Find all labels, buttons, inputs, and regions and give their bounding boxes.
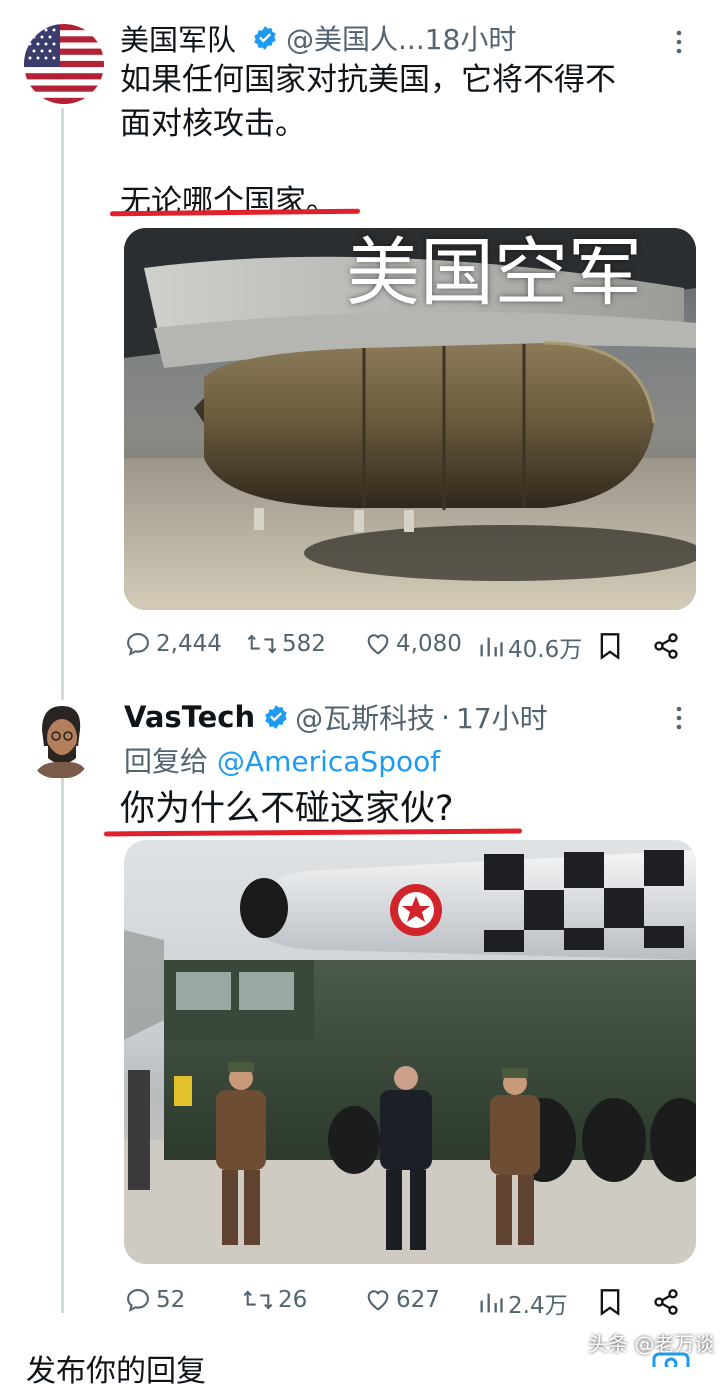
- view-count: 2.4万: [508, 1293, 568, 1319]
- bookmark-icon: [600, 1289, 620, 1316]
- retweet-count: 582: [282, 631, 326, 657]
- avatar-vastech[interactable]: [28, 700, 92, 778]
- reply-to-handle[interactable]: @AmericaSpoof: [217, 745, 440, 778]
- heart-icon: [367, 634, 389, 655]
- reply-to-label: 回复给: [124, 745, 209, 778]
- media-overlay-text: 美国空军: [346, 230, 642, 316]
- reply-icon: [127, 1289, 149, 1312]
- retweet-button[interactable]: 582: [246, 630, 326, 658]
- image-icon[interactable]: [652, 1352, 690, 1367]
- us-flag-icon: [24, 24, 104, 104]
- tweet2-author-name[interactable]: VasTech: [124, 700, 255, 734]
- share-button[interactable]: [652, 1288, 680, 1316]
- verified-badge-icon: [252, 25, 278, 51]
- reply-count: 52: [156, 1287, 186, 1313]
- tweet2-time[interactable]: 17小时: [456, 697, 548, 737]
- bookmark-icon: [600, 633, 620, 660]
- person-portrait-icon: [28, 700, 92, 778]
- missile-photo-illustration: [124, 850, 696, 1264]
- retweet-icon: [243, 1290, 273, 1310]
- more-options-icon[interactable]: [672, 28, 686, 56]
- reply-composer-prompt[interactable]: 发布你的回复: [26, 1346, 206, 1390]
- reply-to-line: 回复给 @AmericaSpoof: [124, 740, 440, 780]
- tweet2-actions: 52 26 627 2.4万: [124, 1282, 696, 1322]
- retweet-count: 26: [278, 1287, 308, 1313]
- tweet1-text-line3: 无论哪个国家。: [120, 184, 337, 220]
- reply-count: 2,444: [156, 631, 222, 657]
- share-button[interactable]: [652, 632, 680, 660]
- tweet1-actions: 2,444 582 4,080 40.6万: [124, 626, 696, 666]
- like-count: 4,080: [396, 631, 462, 657]
- avatar-us-flag[interactable]: [24, 24, 104, 104]
- tweet1-text-line1: 如果任何国家对抗美国，它将不得不: [120, 62, 616, 98]
- tweet2-header: VasTech @瓦斯科技 · 17小时: [124, 697, 664, 737]
- tweet1-header: 美国军队 @美国人...18小时: [120, 18, 660, 58]
- heart-icon: [367, 1290, 389, 1311]
- bookmark-button[interactable]: [598, 632, 622, 660]
- bookmark-button[interactable]: [598, 1288, 622, 1316]
- retweet-icon: [247, 634, 277, 654]
- tweet2-text: 你为什么不碰这家伙?: [120, 789, 454, 829]
- tweet2-media-image[interactable]: [124, 840, 696, 1264]
- views-icon: [480, 1293, 503, 1313]
- tweet1-author-name[interactable]: 美国军队: [120, 17, 236, 59]
- tweet1-handle-time[interactable]: @美国人...18小时: [286, 18, 516, 58]
- view-count: 40.6万: [508, 637, 583, 663]
- views-icon: [480, 637, 503, 657]
- retweet-button[interactable]: 26: [242, 1286, 307, 1314]
- views-button[interactable]: 40.6万: [478, 630, 582, 664]
- views-button[interactable]: 2.4万: [478, 1286, 568, 1320]
- separator-dot: ·: [441, 700, 451, 734]
- like-button[interactable]: 627: [364, 1286, 440, 1314]
- tweet1-text-line2: 面对核攻击。: [120, 106, 306, 142]
- reply-button[interactable]: 2,444: [124, 630, 222, 658]
- like-button[interactable]: 4,080: [364, 630, 462, 658]
- share-icon: [654, 1289, 678, 1315]
- like-count: 627: [396, 1287, 440, 1313]
- tweet1-text: 如果任何国家对抗美国，它将不得不 面对核攻击。 无论哪个国家。: [120, 58, 680, 224]
- more-options-icon[interactable]: [672, 704, 686, 732]
- verified-badge-icon: [263, 704, 289, 730]
- tweet1-media-image[interactable]: 美国空军: [124, 228, 696, 610]
- reply-button[interactable]: 52: [124, 1286, 185, 1314]
- tweet2-handle[interactable]: @瓦斯科技: [295, 697, 435, 737]
- reply-icon: [127, 633, 149, 656]
- share-icon: [654, 633, 678, 659]
